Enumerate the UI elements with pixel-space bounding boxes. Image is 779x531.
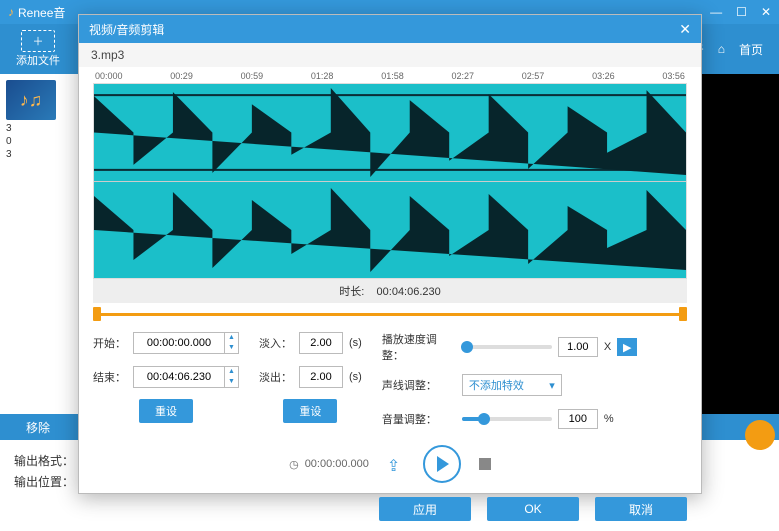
stepper-down-icon[interactable]: ▼ — [225, 343, 238, 353]
volume-value-input[interactable] — [558, 409, 598, 429]
dialog-close-button[interactable]: ✕ — [679, 21, 691, 38]
fadeout-label: 淡出： — [259, 369, 293, 385]
voice-effect-value: 不添加特效 — [469, 377, 524, 393]
timeline-tick: 02:27 — [451, 71, 474, 81]
playback-controls: ◷ 00:00:00.000 ⇪ — [93, 431, 687, 491]
voice-label: 声线调整： — [382, 377, 456, 393]
dialog-title: 视频/音频剪辑 — [89, 21, 679, 38]
range-end-handle[interactable] — [679, 307, 687, 321]
remove-button[interactable]: 移除 — [26, 419, 50, 436]
window-maximize-button[interactable]: ☐ — [736, 5, 747, 19]
file-list-sidebar: ♪♫ 3 0 3 — [0, 74, 80, 414]
preview-play-icon[interactable]: ▶ — [617, 338, 637, 356]
dialog-subtitle: 3.mp3 — [79, 43, 701, 67]
clock-icon: ◷ — [289, 458, 299, 471]
timeline-tick: 01:28 — [311, 71, 334, 81]
music-note-icon: ♪♫ — [20, 90, 43, 111]
timeline-tick: 00:59 — [241, 71, 264, 81]
waveform-channel-left — [94, 84, 686, 181]
fadein-label: 淡入： — [259, 335, 293, 351]
waveform-channel-right — [94, 182, 686, 278]
waveform-display[interactable] — [93, 83, 687, 279]
end-label: 结束： — [93, 369, 127, 385]
end-time-input[interactable] — [134, 371, 224, 383]
timeline-tick: 03:56 — [662, 71, 685, 81]
speed-suffix: X — [604, 341, 611, 353]
music-note-icon: ♪ — [8, 5, 14, 19]
duration-value: 00:04:06.230 — [377, 286, 441, 298]
timeline-tick: 03:26 — [592, 71, 615, 81]
window-close-button[interactable]: ✕ — [761, 5, 771, 19]
speed-slider[interactable] — [462, 345, 552, 349]
file-name: 3 — [6, 122, 74, 135]
file-meta-1: 0 — [6, 135, 74, 148]
audio-edit-dialog: 视频/音频剪辑 ✕ 3.mp3 00:000 00:29 00:59 01:28… — [78, 14, 702, 494]
reset-time-button[interactable]: 重设 — [139, 399, 193, 423]
volume-slider[interactable] — [462, 417, 552, 421]
dialog-titlebar: 视频/音频剪辑 ✕ — [79, 15, 701, 43]
fadeout-input[interactable] — [299, 366, 343, 388]
dialog-footer: 应用 OK 取消 — [79, 491, 701, 531]
stepper-up-icon[interactable]: ▲ — [225, 333, 238, 343]
apply-button[interactable]: 应用 — [379, 497, 471, 521]
range-track — [93, 313, 687, 316]
timeline-tick: 00:29 — [170, 71, 193, 81]
duration-row: 时长: 00:04:06.230 — [93, 279, 687, 303]
export-icon[interactable]: ⇪ — [387, 456, 405, 472]
timeline-tick: 01:58 — [381, 71, 404, 81]
fadein-input[interactable] — [299, 332, 343, 354]
cancel-button[interactable]: 取消 — [595, 497, 687, 521]
voice-effect-dropdown[interactable]: 不添加特效 ▾ — [462, 374, 562, 396]
start-time-input[interactable] — [134, 337, 224, 349]
file-meta-2: 3 — [6, 148, 74, 161]
file-thumbnail: ♪♫ — [6, 80, 56, 120]
home-link[interactable]: 首页 — [739, 41, 763, 58]
chevron-down-icon: ▾ — [549, 379, 555, 392]
timeline-ruler: 00:000 00:29 00:59 01:28 01:58 02:27 02:… — [93, 67, 687, 83]
ok-button[interactable]: OK — [487, 497, 579, 521]
home-icon: ⌂ — [718, 42, 725, 56]
volume-label: 音量调整： — [382, 411, 456, 427]
add-file-button[interactable]: ＋ 添加文件 — [16, 30, 60, 68]
stop-button[interactable] — [479, 458, 491, 470]
timeline-tick: 02:57 — [522, 71, 545, 81]
stepper-up-icon[interactable]: ▲ — [225, 367, 238, 377]
window-minimize-button[interactable]: — — [710, 5, 722, 19]
app-title: Renee音 — [18, 4, 65, 21]
start-label: 开始： — [93, 335, 127, 351]
stepper-down-icon[interactable]: ▼ — [225, 377, 238, 387]
add-file-icon: ＋ — [21, 30, 55, 52]
play-icon — [437, 456, 449, 472]
speed-label: 播放速度调整： — [382, 331, 456, 363]
end-time-stepper[interactable]: ▲▼ — [133, 366, 239, 388]
range-selector[interactable] — [93, 307, 687, 321]
action-orb-icon[interactable] — [745, 420, 775, 450]
play-button[interactable] — [423, 445, 461, 483]
reset-fade-button[interactable]: 重设 — [283, 399, 337, 423]
timeline-tick: 00:000 — [95, 71, 123, 81]
playback-time: 00:00:00.000 — [305, 458, 369, 470]
speed-value-input[interactable] — [558, 337, 598, 357]
fadeout-unit: (s) — [349, 371, 362, 383]
fadein-unit: (s) — [349, 337, 362, 349]
start-time-stepper[interactable]: ▲▼ — [133, 332, 239, 354]
duration-label: 时长: — [339, 286, 364, 298]
range-start-handle[interactable] — [93, 307, 101, 321]
add-file-label: 添加文件 — [16, 52, 60, 68]
volume-suffix: % — [604, 413, 614, 425]
file-list-item[interactable]: ♪♫ 3 0 3 — [6, 80, 74, 161]
